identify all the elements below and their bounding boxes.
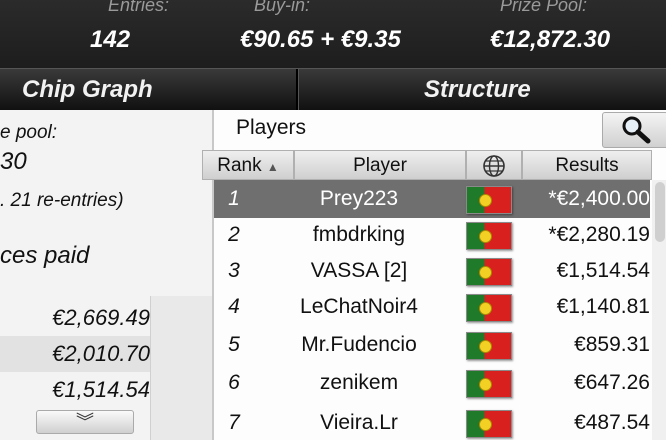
player-row[interactable]: 5 Mr.Fudencio €859.31 [214, 326, 650, 364]
tab-chip-graph[interactable]: Chip Graph [22, 69, 153, 111]
flag-emblem [479, 340, 492, 353]
player-result: €1,140.81 [556, 295, 650, 318]
portugal-flag-icon [466, 332, 512, 360]
player-name: VASSA [2] [310, 259, 408, 282]
payout-row: €2,010.70 [0, 336, 150, 372]
entries-value: 142 [90, 26, 131, 53]
magnifier-icon [622, 116, 651, 144]
payout-amount: €2,010.70 [52, 341, 150, 366]
player-rank: 1 [228, 187, 240, 210]
column-header-country[interactable] [466, 150, 522, 180]
portugal-flag-icon [466, 186, 512, 214]
globe-icon [483, 155, 505, 177]
player-rank: 7 [228, 411, 240, 434]
player-name: Prey223 [319, 187, 399, 210]
player-rank: 3 [228, 259, 240, 282]
buyin-label: Buy-in: [254, 0, 311, 15]
player-name: Vieira.Lr [320, 411, 398, 434]
column-header-results[interactable]: Results [522, 150, 652, 180]
prize-pool-label: Prize Pool: [500, 0, 588, 15]
player-header-label: Player [353, 155, 407, 176]
prize-info-panel: e pool: 30 . 21 re-entries) ces paid €2,… [0, 110, 213, 440]
player-result: €1,514.54 [556, 259, 650, 282]
player-result: €487.54 [574, 411, 650, 434]
player-row[interactable]: 4 LeChatNoir4 €1,140.81 [214, 288, 650, 326]
portugal-flag-icon [466, 370, 512, 398]
rank-header-label: Rank [217, 155, 262, 176]
flag-emblem [479, 418, 492, 431]
player-rank: 6 [228, 371, 240, 394]
double-chevron-down-icon: ︾ [76, 412, 94, 432]
search-players-button[interactable] [602, 112, 666, 148]
tournament-lobby: Entries: Buy-in: Prize Pool: 142 €90.65 … [0, 0, 666, 440]
flag-emblem [479, 266, 492, 279]
player-rank: 5 [228, 333, 240, 356]
sort-ascending-icon: ▲ [266, 160, 279, 174]
player-row-selected[interactable]: 1 Prey223 *€2,400.00 [214, 180, 650, 218]
player-result: €647.26 [574, 371, 650, 394]
portugal-flag-icon [466, 222, 512, 250]
player-name: LeChatNoir4 [300, 295, 418, 318]
payout-row: €2,669.49 [0, 300, 150, 336]
prize-pool-value: €12,872.30 [490, 26, 611, 53]
players-title: Players [236, 116, 307, 139]
tournament-summary-header: Entries: Buy-in: Prize Pool: 142 €90.65 … [0, 0, 666, 68]
flag-emblem [479, 378, 492, 391]
portugal-flag-icon [466, 258, 512, 286]
player-row[interactable]: 7 Vieira.Lr €487.54 [214, 404, 650, 440]
player-row[interactable]: 2 fmbdrking *€2,280.19 [214, 216, 650, 254]
flag-emblem [479, 230, 492, 243]
flag-emblem [479, 302, 492, 315]
column-header-rank[interactable]: Rank ▲ [202, 150, 294, 180]
portugal-flag-icon [466, 294, 512, 322]
reentries-text: . 21 re-entries) [0, 190, 124, 211]
player-result: *€2,280.19 [548, 223, 650, 246]
column-header-player[interactable]: Player [294, 150, 466, 180]
player-row[interactable]: 6 zenikem €647.26 [214, 364, 650, 402]
payout-scroll-area [150, 296, 213, 440]
player-name: fmbdrking [312, 223, 406, 246]
players-scrollbar[interactable] [652, 180, 666, 440]
payout-amount: €1,514.54 [52, 377, 150, 402]
portugal-flag-icon [466, 410, 512, 438]
player-rank: 2 [228, 223, 240, 246]
flag-emblem [479, 194, 492, 207]
places-paid-label: ces paid [0, 242, 90, 269]
results-header-label: Results [555, 155, 619, 176]
player-rank: 4 [228, 295, 240, 318]
player-name: zenikem [319, 371, 399, 394]
player-result: €859.31 [574, 333, 650, 356]
lobby-tabs: Chip Graph Structure [0, 68, 666, 111]
prize-pool-value-partial: 30 [0, 148, 27, 175]
players-panel: Players Rank ▲ Player Results 1 Prey223 [202, 110, 666, 440]
scrollbar-thumb[interactable] [655, 182, 665, 242]
expand-payouts-button[interactable]: ︾ [36, 410, 134, 434]
entries-label: Entries: [108, 0, 170, 15]
tab-divider [296, 69, 299, 111]
player-row[interactable]: 3 VASSA [2] €1,514.54 [214, 252, 650, 290]
player-result: *€2,400.00 [548, 187, 650, 210]
buyin-value: €90.65 + €9.35 [240, 26, 401, 53]
tab-structure[interactable]: Structure [424, 69, 531, 111]
payout-amount: €2,669.49 [52, 305, 150, 330]
player-name: Mr.Fudencio [301, 333, 417, 356]
prize-pool-label-partial: e pool: [0, 122, 58, 143]
payout-row: €1,514.54 [0, 372, 150, 408]
